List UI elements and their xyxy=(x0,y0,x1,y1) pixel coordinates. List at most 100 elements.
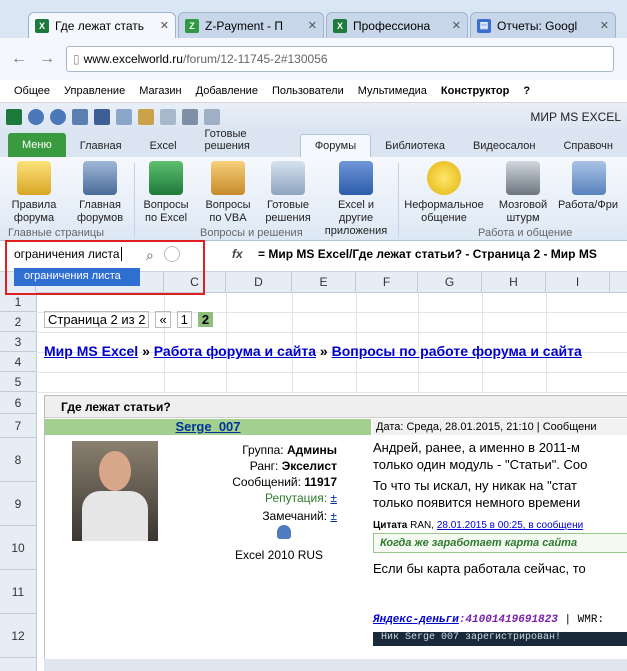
mail-icon[interactable] xyxy=(138,109,154,125)
menu-item-constructor[interactable]: Конструктор xyxy=(441,85,509,97)
rules-button[interactable]: Правила форума xyxy=(8,161,60,225)
add-friend-icon[interactable] xyxy=(277,525,291,539)
pager-text: Страница 2 из 2 xyxy=(44,311,150,328)
row-header[interactable]: 8 xyxy=(0,438,36,482)
briefcase-icon xyxy=(572,161,606,195)
forward-arrow-icon[interactable]: → xyxy=(36,48,58,70)
avatar[interactable] xyxy=(72,441,158,541)
ready-solutions-button[interactable]: Готовые решения xyxy=(262,161,314,225)
breadcrumb-link-home[interactable]: Мир MS Excel xyxy=(44,343,138,359)
excel-icon xyxy=(149,161,183,195)
smiley-icon xyxy=(427,161,461,195)
vba-questions-button[interactable]: Вопросы по VBA xyxy=(202,161,254,225)
quote-source-link[interactable]: 28.01.2015 в 00:25, в сообщени xyxy=(437,520,583,531)
row-header[interactable]: 2 xyxy=(0,312,36,332)
informal-chat-button[interactable]: Неформальное общение xyxy=(404,161,484,225)
menu-item-multimedia[interactable]: Мультимедиа xyxy=(358,85,427,97)
close-icon[interactable]: ✕ xyxy=(452,19,461,32)
menu-item-add[interactable]: Добавление xyxy=(196,85,258,97)
row-header[interactable]: 11 xyxy=(0,570,36,614)
menu-item-help[interactable]: ? xyxy=(523,85,530,97)
back-arrow-icon[interactable]: ← xyxy=(8,48,30,70)
page-icon[interactable] xyxy=(72,109,88,125)
row-header[interactable]: 4 xyxy=(0,352,36,372)
breadcrumb-sep: » xyxy=(319,343,328,359)
close-icon[interactable]: ✕ xyxy=(600,19,609,32)
pager-page-1[interactable]: 1 xyxy=(176,311,192,328)
row-header[interactable]: 5 xyxy=(0,372,36,392)
close-icon[interactable]: ✕ xyxy=(160,19,169,32)
pager-prev[interactable]: « xyxy=(155,311,171,328)
tab-ready-solutions[interactable]: Готовые решения xyxy=(191,123,300,157)
save-icon[interactable] xyxy=(94,109,110,125)
column-header-e[interactable]: E xyxy=(292,272,356,292)
row-header[interactable]: 9 xyxy=(0,482,36,526)
menu-item-general[interactable]: Общее xyxy=(14,85,50,97)
column-header-f[interactable]: F xyxy=(356,272,418,292)
tab-excelworld[interactable]: X Где лежат стать ✕ xyxy=(28,12,176,38)
horizontal-scrollbar[interactable] xyxy=(44,659,627,671)
excel-app-icon xyxy=(6,109,22,125)
fx-icon[interactable]: fx xyxy=(232,247,243,261)
tab-menu[interactable]: Меню xyxy=(8,133,66,157)
tab-label: Отчеты: Googl xyxy=(497,18,578,33)
group-label-work: Работа и общение xyxy=(478,227,573,239)
work-freelance-button[interactable]: Работа/Фри xyxy=(558,161,627,212)
magnifier-document-icon xyxy=(271,161,305,195)
excel-favicon-icon: X xyxy=(333,18,347,33)
print-preview-icon[interactable] xyxy=(160,109,176,125)
yandex-money-link[interactable]: Яндекс-деньги xyxy=(373,614,459,626)
breadcrumb: Мир MS Excel » Работа форума и сайта » В… xyxy=(44,343,582,359)
tab-excel[interactable]: Excel xyxy=(136,135,191,157)
row-header[interactable]: 12 xyxy=(0,614,36,658)
autocomplete-suggestion[interactable]: ограничения листа xyxy=(14,268,140,286)
chess-knight-icon xyxy=(506,161,540,195)
menu-item-management[interactable]: Управление xyxy=(64,85,125,97)
menu-item-shop[interactable]: Магазин xyxy=(139,85,181,97)
redo-icon[interactable] xyxy=(50,109,66,125)
row-header[interactable]: 3 xyxy=(0,332,36,352)
print-icon[interactable] xyxy=(116,109,132,125)
group-divider xyxy=(134,163,135,237)
site-admin-menu: Общее Управление Магазин Добавление Поль… xyxy=(0,80,627,103)
column-header-d[interactable]: D xyxy=(226,272,292,292)
formula-input[interactable]: = Мир MS Excel/Где лежат статьи? - Стран… xyxy=(258,247,597,261)
users-icon xyxy=(83,161,117,195)
pager-page-current: 2 xyxy=(197,312,214,327)
tab-professional[interactable]: X Профессиона ✕ xyxy=(326,12,468,38)
row-header[interactable]: 10 xyxy=(0,526,36,570)
forums-home-button[interactable]: Главная форумов xyxy=(72,161,128,225)
breadcrumb-link-forum-work[interactable]: Работа форума и сайта xyxy=(154,343,316,359)
column-header-g[interactable]: G xyxy=(418,272,482,292)
gridline xyxy=(418,292,419,392)
menu-item-users[interactable]: Пользователи xyxy=(272,85,344,97)
address-bar[interactable]: ▯ www.excelworld.ru /forum/12-11745-2#13… xyxy=(66,46,614,72)
signature-banner: Ник Serge 007 зарегистрирован! xyxy=(373,632,627,646)
undo-icon[interactable] xyxy=(28,109,44,125)
tab-google-reports[interactable]: ▤ Отчеты: Googl ✕ xyxy=(470,12,616,38)
author-link[interactable]: Serge_007 xyxy=(175,419,240,434)
group-divider xyxy=(398,163,399,237)
tab-zpayment[interactable]: Z Z-Payment - П ✕ xyxy=(178,12,324,38)
column-header-i[interactable]: I xyxy=(546,272,610,292)
tab-library[interactable]: Библиотека xyxy=(371,135,459,157)
forum-post: Где лежат статьи? Serge_007 Дата: Среда,… xyxy=(44,395,627,661)
reputation-change-link[interactable]: ± xyxy=(330,491,337,505)
breadcrumb-link-questions[interactable]: Вопросы по работе форума и сайта xyxy=(332,343,582,359)
row-header[interactable]: 7 xyxy=(0,414,36,438)
excel-other-apps-button[interactable]: Excel и другие приложения xyxy=(320,161,392,238)
remarks-change-link[interactable]: ± xyxy=(330,509,337,523)
brainstorm-button[interactable]: Мозговой штурм xyxy=(492,161,554,225)
row-header[interactable]: 1 xyxy=(0,292,36,312)
tab-video[interactable]: Видеосалон xyxy=(459,135,550,157)
tab-home[interactable]: Главная xyxy=(66,135,136,157)
tab-reference[interactable]: Справочн xyxy=(549,135,627,157)
breadcrumb-sep: » xyxy=(142,343,150,359)
excel-questions-button[interactable]: Вопросы по Excel xyxy=(140,161,192,225)
row-header[interactable]: 6 xyxy=(0,392,36,414)
tab-forums[interactable]: Форумы xyxy=(299,134,372,157)
column-header-h[interactable]: H xyxy=(482,272,546,292)
quick-access-toolbar: МИР MS EXCEL xyxy=(0,103,627,131)
close-icon[interactable]: ✕ xyxy=(308,19,317,32)
gridline xyxy=(164,292,165,392)
